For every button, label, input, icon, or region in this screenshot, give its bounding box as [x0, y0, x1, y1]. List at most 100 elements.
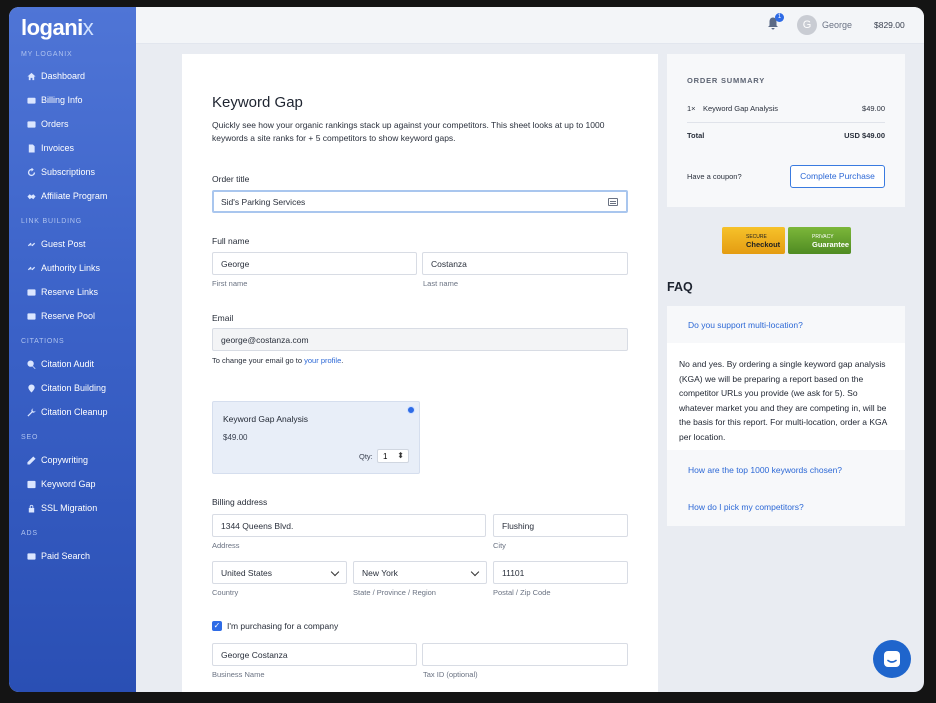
sidebar-item-subscriptions[interactable]: Subscriptions: [27, 167, 95, 177]
business-name-input[interactable]: George Costanza: [212, 643, 417, 666]
order-summary: ORDER SUMMARY 1× Keyword Gap Analysis $4…: [667, 54, 905, 207]
sidebar-item-label: Affiliate Program: [41, 191, 108, 201]
product-selected-radio[interactable]: [407, 406, 415, 414]
qty-label: Qty:: [359, 452, 373, 461]
wrench-icon: [27, 407, 36, 417]
sidebar-item-label: Reserve Pool: [41, 311, 96, 321]
sidebar-item-guest-post[interactable]: Guest Post: [27, 239, 86, 249]
privacy-guarantee-seal: PRIVACY Guarantee: [788, 227, 851, 254]
sidebar-item-billing-info[interactable]: Billing Info: [27, 95, 83, 105]
address-label: Address: [212, 541, 240, 550]
order-title-label: Order title: [212, 174, 250, 184]
country-label: Country: [212, 588, 239, 597]
sidebar-item-orders[interactable]: Orders: [27, 119, 69, 129]
last-name-input[interactable]: Costanza: [422, 252, 628, 275]
sidebar-item-citation-audit[interactable]: Citation Audit: [27, 359, 94, 369]
country-select[interactable]: United States: [212, 561, 347, 584]
order-title-input[interactable]: Sid's Parking Services: [212, 190, 628, 213]
chat-launcher-button[interactable]: [873, 640, 911, 678]
pencil-icon: [27, 455, 36, 465]
list-icon: [27, 288, 36, 296]
refresh-icon: [27, 167, 36, 176]
chat-icon: [884, 651, 900, 667]
billing-address-label: Billing address: [212, 497, 268, 507]
lock-icon: [28, 504, 35, 513]
sidebar-item-label: Subscriptions: [41, 167, 96, 177]
state-label: State / Province / Region: [353, 588, 436, 597]
link-icon: [27, 242, 36, 246]
company-checkbox[interactable]: ✓: [212, 621, 222, 631]
loganix-logo[interactable]: loganix: [21, 15, 94, 41]
email-help-prefix: To change your email go to: [212, 356, 305, 365]
home-icon: [27, 72, 36, 80]
quantity-stepper[interactable]: 1: [377, 449, 409, 463]
sidebar-item-label: Citation Audit: [41, 359, 95, 369]
coupon-link[interactable]: Have a coupon?: [687, 172, 742, 181]
last-name-label: Last name: [423, 279, 459, 288]
tax-id-label: Tax ID (optional): [423, 670, 478, 679]
product-name: Keyword Gap Analysis: [223, 414, 309, 424]
product-card[interactable]: Keyword Gap Analysis $49.00 Qty: 1: [212, 401, 420, 474]
sidebar-item-reserve-links[interactable]: Reserve Links: [27, 287, 98, 297]
sidebar-item-label: Citation Building: [41, 383, 107, 393]
table-icon: [27, 480, 36, 488]
faq-question-3[interactable]: How do I pick my competitors?: [688, 502, 804, 512]
logo-text: logani: [21, 15, 83, 40]
sidebar-item-invoices[interactable]: Invoices: [27, 143, 74, 153]
sidebar-item-reserve-pool[interactable]: Reserve Pool: [27, 311, 95, 321]
sidebar-item-label: Reserve Links: [41, 287, 99, 297]
sidebar-item-label: Citation Cleanup: [41, 407, 108, 417]
company-checkbox-label[interactable]: I'm purchasing for a company: [227, 621, 338, 631]
sidebar-item-authority-links[interactable]: Authority Links: [27, 263, 100, 273]
summary-line-item: Keyword Gap Analysis: [703, 104, 779, 113]
page-description: Quickly see how your organic rankings st…: [212, 120, 605, 143]
notifications-button[interactable]: 1: [767, 13, 784, 31]
city-input[interactable]: Flushing: [493, 514, 628, 537]
list-icon: [27, 312, 36, 320]
sidebar-item-dashboard[interactable]: Dashboard: [27, 71, 85, 81]
email-help-suffix: .: [341, 356, 344, 365]
profile-link[interactable]: your profile: [304, 356, 341, 365]
map-pin-icon: [28, 383, 35, 393]
sidebar-item-affiliate-program[interactable]: Affiliate Program: [27, 191, 107, 201]
sidebar-item-citation-building[interactable]: Citation Building: [27, 383, 106, 393]
link-icon: [27, 266, 36, 270]
ad-icon: [27, 552, 36, 560]
tax-id-input[interactable]: [422, 643, 628, 666]
summary-divider: [687, 122, 885, 123]
section-link-building: LINK BUILDING: [21, 218, 82, 225]
sidebar-item-label: SSL Migration: [41, 503, 98, 513]
sidebar-item-label: Invoices: [41, 143, 75, 153]
billing-icon: [27, 97, 36, 104]
sidebar-item-label: Billing Info: [41, 95, 83, 105]
first-name-label: First name: [212, 279, 248, 288]
search-icon: [27, 359, 36, 369]
complete-purchase-button[interactable]: Complete Purchase: [790, 165, 885, 188]
faq-item-1[interactable]: Do you support multi-location?: [667, 306, 905, 343]
sidebar-item-keyword-gap[interactable]: Keyword Gap: [27, 479, 96, 489]
secure-checkout-seal: SECURE Checkout: [722, 227, 785, 254]
autofill-card-icon[interactable]: [608, 198, 618, 206]
zip-input[interactable]: 11101: [493, 561, 628, 584]
faq-answer-1: No and yes. By ordering a single keyword…: [667, 343, 905, 450]
faq-question-2[interactable]: How are the top 1000 keywords chosen?: [688, 465, 842, 475]
section-seo: SEO: [21, 434, 39, 441]
faq-question-1[interactable]: Do you support multi-location?: [688, 320, 803, 330]
sidebar-item-citation-cleanup[interactable]: Citation Cleanup: [27, 407, 108, 417]
full-name-label: Full name: [212, 236, 250, 246]
business-name-label: Business Name: [212, 670, 265, 679]
address-input[interactable]: 1344 Queens Blvd.: [212, 514, 486, 537]
faq-items-collapsed: How are the top 1000 keywords chosen? Ho…: [667, 450, 905, 526]
app-window: loganix MY LOGANIX Dashboard Billing Inf…: [9, 7, 924, 692]
sidebar-item-ssl-migration[interactable]: SSL Migration: [27, 503, 97, 513]
sidebar-item-paid-search[interactable]: Paid Search: [27, 551, 90, 561]
first-name-input[interactable]: George: [212, 252, 417, 275]
order-form: Keyword Gap Quickly see how your organic…: [182, 54, 658, 692]
section-citations: CITATIONS: [21, 338, 65, 345]
user-name[interactable]: George: [822, 20, 852, 30]
avatar[interactable]: G: [797, 15, 817, 35]
handshake-icon: [27, 193, 36, 199]
sidebar-item-copywriting[interactable]: Copywriting: [27, 455, 88, 465]
section-ads: ADS: [21, 530, 38, 537]
state-select[interactable]: New York: [353, 561, 487, 584]
